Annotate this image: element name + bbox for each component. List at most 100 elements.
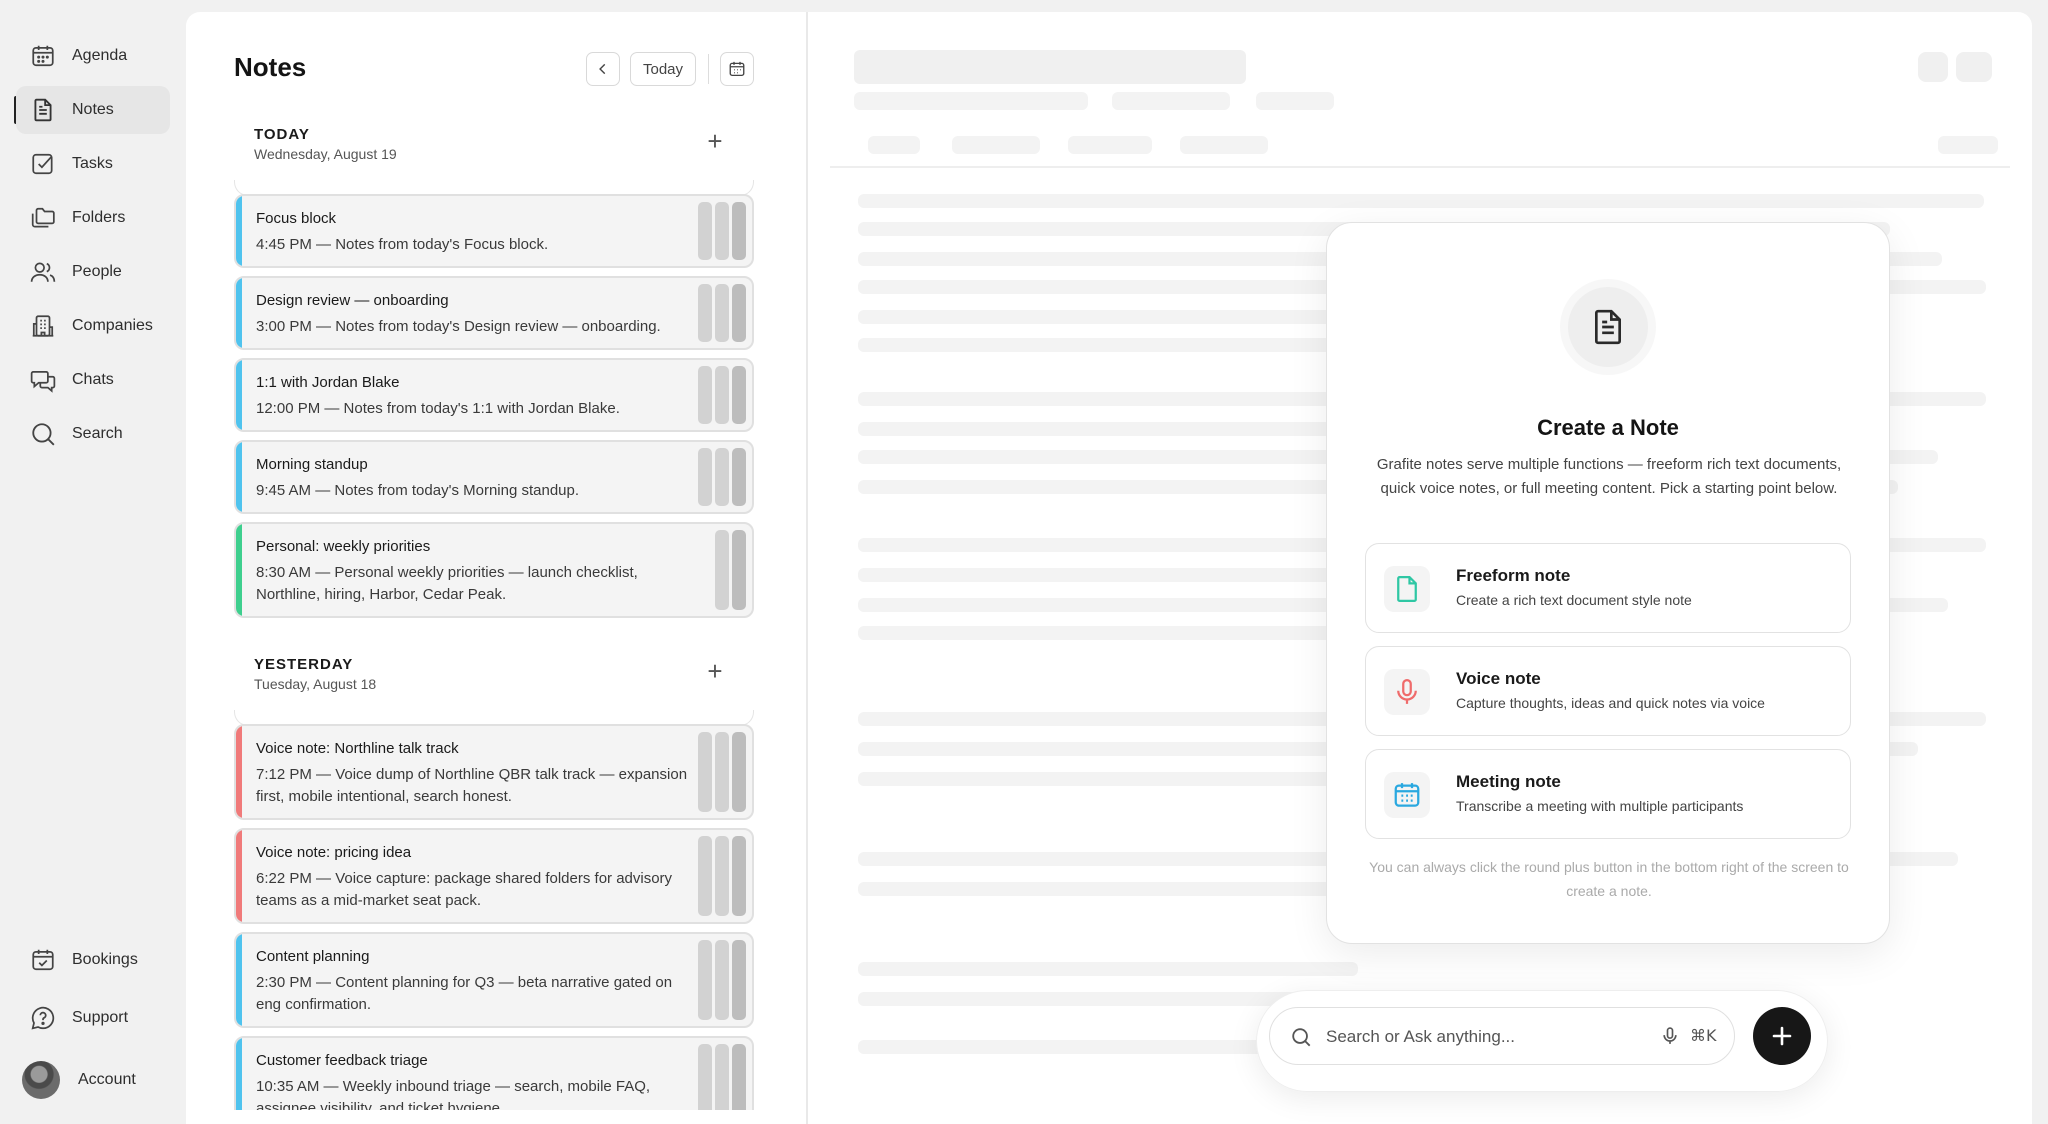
avatar [22, 1061, 60, 1099]
note-summary: 4:45 PM — Notes from today's Focus block… [256, 236, 549, 253]
note-title: Morning standup [256, 456, 368, 473]
note-accent [236, 726, 242, 818]
note-summary: 7:12 PM — Voice dump of Northline QBR ta… [256, 766, 688, 805]
create-note-fab[interactable] [1753, 1007, 1811, 1065]
sidebar-item-label: Support [72, 1009, 129, 1026]
note-item[interactable]: Morning standup 9:45 AM — Notes from tod… [234, 440, 754, 514]
sidebar-item-people[interactable]: People [16, 248, 170, 296]
help-circle-icon [28, 1003, 58, 1033]
participant-bars [698, 202, 746, 260]
calendar-icon [1384, 772, 1430, 818]
microphone-icon[interactable] [1660, 1026, 1680, 1051]
calendar-icon [28, 41, 58, 71]
note-item[interactable]: Focus block 4:45 PM — Notes from today's… [234, 194, 754, 268]
note-accent [236, 278, 242, 348]
note-title: 1:1 with Jordan Blake [256, 374, 400, 391]
note-summary: 12:00 PM — Notes from today's 1:1 with J… [256, 400, 620, 417]
note-item[interactable]: 1:1 with Jordan Blake 12:00 PM — Notes f… [234, 358, 754, 432]
sidebar-item-search[interactable]: Search [16, 410, 170, 458]
today-button[interactable]: Today [630, 52, 696, 86]
dialog-hint: You can always click the round plus butt… [1369, 859, 1849, 899]
document-icon [28, 95, 58, 125]
plus-icon [1772, 1026, 1792, 1046]
list-fade [186, 1110, 806, 1124]
voice-note-option[interactable]: Voice note Capture thoughts, ideas and q… [1365, 646, 1851, 736]
participant-bars [698, 836, 746, 916]
sidebar-item-folders[interactable]: Folders [16, 194, 170, 242]
note-title: Personal: weekly priorities [256, 538, 431, 555]
freeform-note-option[interactable]: Freeform note Create a rich text documen… [1365, 543, 1851, 633]
sidebar-item-companies[interactable]: Companies [16, 302, 170, 350]
note-summary: 3:00 PM — Notes from today's Design revi… [256, 318, 661, 335]
option-subtitle: Create a rich text document style note [1456, 592, 1692, 608]
chat-bubbles-icon [28, 365, 58, 395]
search-input[interactable] [1326, 1022, 1626, 1052]
option-subtitle: Capture thoughts, ideas and quick notes … [1456, 695, 1765, 711]
dialog-title: Create a Note [1537, 415, 1679, 440]
participant-bars [698, 940, 746, 1020]
note-item[interactable]: Design review — onboarding 3:00 PM — Not… [234, 276, 754, 350]
sidebar-item-label: Folders [72, 209, 126, 226]
command-bar: ⌘K [1256, 990, 1828, 1092]
sidebar-item-support[interactable]: Support [16, 994, 170, 1042]
building-icon [28, 311, 58, 341]
shortcut-hint: ⌘K [1690, 1026, 1717, 1045]
note-item[interactable]: Voice note: Northline talk track 7:12 PM… [234, 724, 754, 820]
note-accent [236, 442, 242, 512]
group-date: Tuesday, August 18 [254, 676, 377, 692]
note-item[interactable]: Voice note: pricing idea 6:22 PM — Voice… [234, 828, 754, 924]
note-summary: 8:30 AM — Personal weekly priorities — l… [256, 564, 638, 603]
divider [708, 54, 709, 84]
sidebar-item-label: People [72, 263, 122, 280]
note-title: Design review — onboarding [256, 292, 449, 309]
create-note-dialog: Create a Note Grafite notes serve multip… [1326, 222, 1890, 944]
note-title: Focus block [256, 210, 337, 227]
notes-list-panel: Notes Today TODAY Wednesday, August 19 +… [186, 12, 808, 1124]
participant-bars [698, 366, 746, 424]
sidebar-item-label: Search [72, 425, 123, 442]
note-title: Content planning [256, 948, 370, 965]
note-item[interactable]: Personal: weekly priorities 8:30 AM — Pe… [234, 522, 754, 618]
note-accent [236, 524, 242, 616]
date-picker-button[interactable] [720, 52, 754, 86]
sidebar-item-bookings[interactable]: Bookings [16, 936, 170, 984]
note-title: Customer feedback triage [256, 1052, 428, 1069]
option-subtitle: Transcribe a meeting with multiple parti… [1456, 798, 1744, 814]
note-accent [236, 196, 242, 266]
participant-bars [698, 448, 746, 506]
note-summary: 6:22 PM — Voice capture: package shared … [256, 870, 673, 909]
note-summary: 2:30 PM — Content planning for Q3 — beta… [256, 974, 673, 1013]
sidebar-item-label: Agenda [72, 47, 128, 64]
note-title: Voice note: pricing idea [256, 844, 412, 861]
main-panel: Notes Today TODAY Wednesday, August 19 +… [186, 12, 2032, 1124]
sidebar-item-label: Companies [72, 317, 153, 334]
search-box[interactable]: ⌘K [1269, 1007, 1735, 1065]
sidebar-item-notes[interactable]: Notes [16, 86, 170, 134]
calendar-check-icon [28, 945, 58, 975]
add-note-today-button[interactable]: + [702, 128, 728, 154]
sidebar: Agenda Notes Tasks Folders People Compan… [0, 0, 186, 1124]
note-summary: 9:45 AM — Notes from today's Morning sta… [256, 482, 580, 499]
folders-icon [28, 203, 58, 233]
sidebar-item-agenda[interactable]: Agenda [16, 32, 170, 80]
meeting-note-option[interactable]: Meeting note Transcribe a meeting with m… [1365, 749, 1851, 839]
chevron-left-icon [599, 63, 606, 75]
document-icon [1568, 287, 1648, 367]
sidebar-item-chats[interactable]: Chats [16, 356, 170, 404]
add-note-yesterday-button[interactable]: + [702, 658, 728, 684]
option-title: Meeting note [1456, 772, 1561, 791]
participant-bars [698, 284, 746, 342]
sidebar-item-label: Tasks [72, 155, 113, 172]
option-title: Voice note [1456, 669, 1541, 688]
microphone-icon [1384, 669, 1430, 715]
group-label: YESTERDAY [254, 656, 354, 673]
page-title: Notes [234, 52, 307, 82]
note-item[interactable]: Content planning 2:30 PM — Content plann… [234, 932, 754, 1028]
sidebar-item-tasks[interactable]: Tasks [16, 140, 170, 188]
note-accent [236, 934, 242, 1026]
participant-bars [715, 530, 746, 610]
group-label: TODAY [254, 126, 310, 143]
dialog-description: Grafite notes serve multiple functions —… [1376, 456, 1842, 497]
previous-day-button[interactable] [586, 52, 620, 86]
sidebar-item-account[interactable]: Account [16, 1056, 170, 1104]
